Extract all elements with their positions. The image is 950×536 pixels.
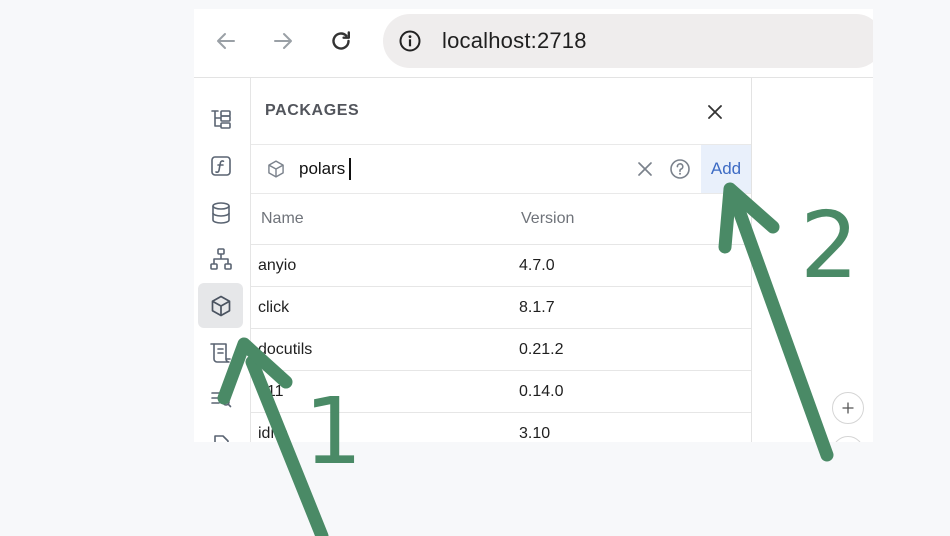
package-name: h11 bbox=[258, 383, 284, 400]
datasources-button[interactable] bbox=[198, 190, 243, 235]
column-header-version: Version bbox=[521, 210, 575, 227]
forward-button[interactable] bbox=[267, 25, 299, 57]
package-name: anyio bbox=[258, 257, 297, 274]
annotation-label-2: 2 bbox=[800, 192, 859, 299]
arrow-right-icon bbox=[274, 33, 292, 49]
browser-window: localhost:2718 PACKAGES polars Add Name … bbox=[194, 9, 873, 442]
scroll-icon bbox=[209, 342, 231, 363]
package-search-input[interactable] bbox=[299, 155, 619, 183]
function-icon bbox=[210, 155, 231, 176]
package-icon bbox=[211, 295, 230, 316]
table-row[interactable]: click 8.1.7 bbox=[251, 287, 751, 329]
table-row[interactable]: docutils 0.21.2 bbox=[251, 329, 751, 371]
package-version: 8.1.7 bbox=[519, 299, 555, 316]
dependencies-button[interactable] bbox=[198, 236, 243, 281]
package-name: idna bbox=[258, 425, 289, 442]
dependency-tree-icon bbox=[209, 247, 232, 270]
package-version: 0.21.2 bbox=[519, 341, 564, 358]
column-header-name: Name bbox=[261, 210, 304, 227]
reload-button[interactable] bbox=[325, 25, 357, 57]
panel-title: PACKAGES bbox=[265, 102, 360, 119]
help-icon[interactable] bbox=[669, 158, 691, 180]
back-button[interactable] bbox=[210, 25, 242, 57]
package-name: click bbox=[258, 299, 290, 316]
package-version: 4.7.0 bbox=[519, 257, 555, 274]
package-version: 0.14.0 bbox=[519, 383, 564, 400]
zoom-in-button[interactable] bbox=[832, 392, 864, 424]
functions-button[interactable] bbox=[198, 143, 243, 188]
panel-header: PACKAGES bbox=[251, 78, 751, 145]
file-button[interactable] bbox=[198, 422, 243, 442]
arrow-left-icon bbox=[217, 33, 235, 49]
file-icon bbox=[213, 434, 229, 442]
clear-icon[interactable] bbox=[635, 159, 655, 179]
packages-button[interactable] bbox=[198, 283, 243, 328]
search-list-icon bbox=[210, 391, 231, 407]
address-url: localhost:2718 bbox=[442, 28, 587, 53]
add-package-button[interactable]: Add bbox=[701, 145, 751, 193]
files-button[interactable] bbox=[198, 97, 243, 142]
activity-bar bbox=[194, 78, 251, 442]
plus-icon bbox=[842, 402, 854, 414]
close-icon bbox=[708, 105, 722, 119]
package-version: 3.10 bbox=[519, 425, 551, 442]
table-row[interactable]: anyio 4.7.0 bbox=[251, 245, 751, 287]
database-icon bbox=[211, 201, 230, 224]
table-header: Name Version bbox=[251, 194, 751, 245]
scratchpad-button[interactable] bbox=[198, 330, 243, 375]
search-list-button[interactable] bbox=[198, 376, 243, 421]
zoom-out-button[interactable] bbox=[832, 436, 864, 442]
annotation-label-1: 1 bbox=[304, 378, 363, 485]
reload-icon bbox=[332, 31, 350, 50]
site-info-icon[interactable] bbox=[399, 30, 421, 52]
browser-toolbar: localhost:2718 bbox=[194, 9, 873, 78]
close-panel-button[interactable] bbox=[705, 102, 725, 122]
text-cursor bbox=[349, 158, 351, 180]
package-icon bbox=[268, 160, 284, 178]
package-search-row: Add bbox=[251, 145, 751, 194]
address-bar[interactable]: localhost:2718 bbox=[383, 14, 873, 68]
files-icon bbox=[210, 109, 231, 129]
package-name: docutils bbox=[258, 341, 313, 358]
